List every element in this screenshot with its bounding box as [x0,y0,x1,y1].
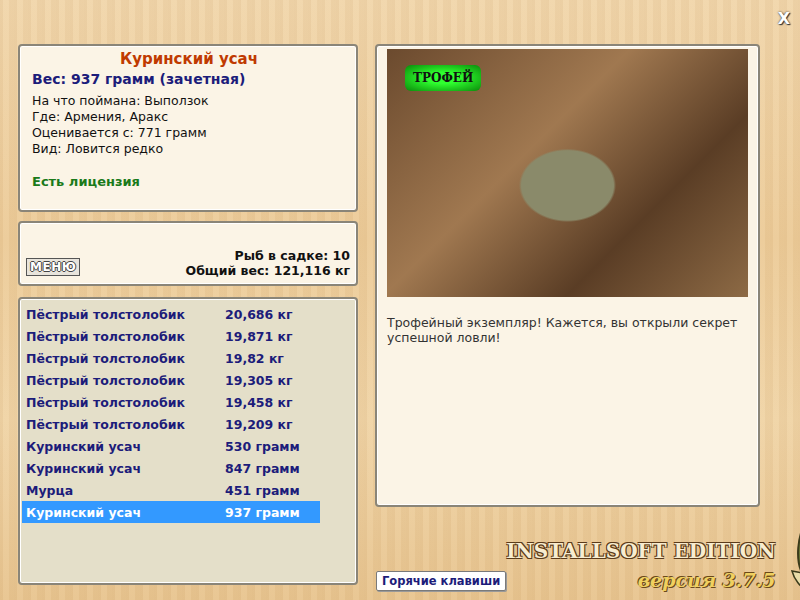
catch-name: Пёстрый толстолобик [26,307,225,322]
fish-weight: Вес: 937 грамм (зачетная) [32,71,346,87]
fish-detail: На что поймана: Выползок [32,93,346,109]
catch-name: Пёстрый толстолобик [26,417,225,432]
catch-row[interactable]: Пёстрый толстолобик19,871 кг [22,325,320,347]
catch-name: Пёстрый толстолобик [26,373,225,388]
brand-version: версия 3.7.5 [638,569,776,591]
catch-name: Пёстрый толстолобик [26,329,225,344]
fish-photo: ТРОФЕЙ [387,49,748,297]
catch-row[interactable]: Пёстрый толстолобик19,305 кг [22,369,320,391]
catch-name: Пёстрый толстолобик [26,351,225,366]
game-screen: X Куринский усач Вес: 937 грамм (зачетная)… [0,0,800,600]
fish-detail: Оценивается с: 771 грамм [32,125,346,141]
top-bar: X [0,0,800,36]
catch-weight: 19,871 кг [225,329,293,344]
catch-name: Пёстрый толстолобик [26,395,225,410]
right-column: ТРОФЕЙ Трофейный экземпляр! Кажется, вы о… [375,44,760,597]
catch-list: Пёстрый толстолобик20,686 кгПёстрый толс… [18,297,358,585]
left-column: Куринский усач Вес: 937 грамм (зачетная) Н… [18,44,358,597]
catch-message: Трофейный экземпляр! Кажется, вы открыли… [387,315,748,345]
pike-logo-icon [778,513,800,597]
catch-weight: 20,686 кг [225,307,293,322]
catch-name: Мурца [26,483,225,498]
catch-weight: 530 грамм [225,439,300,454]
fish-info-panel: Куринский усач Вес: 937 грамм (зачетная) Н… [18,44,358,212]
keepnet-counts: Рыб в садке: 10Общий вес: 121,116 кг [186,248,351,278]
catch-name: Куринский усач [26,461,225,476]
catch-row[interactable]: Куринский усач937 грамм [22,501,320,523]
catch-row[interactable]: Мурца451 грамм [22,479,320,501]
catch-weight: 451 грамм [225,483,300,498]
trophy-badge: ТРОФЕЙ [405,65,481,91]
brand-text: INSTALLSOFT EDITION версия 3.7.5 [506,539,775,597]
content: Куринский усач Вес: 937 грамм (зачетная) Н… [0,36,800,597]
fish-detail: Где: Армения, Аракс [32,109,346,125]
fish-count: Рыб в садке: 10 [186,248,351,263]
catch-weight: 19,82 кг [225,351,284,366]
catch-row[interactable]: Пёстрый толстолобик20,686 кг [22,303,320,325]
catch-row[interactable]: Пёстрый толстолобик19,82 кг [22,347,320,369]
catch-weight: 847 грамм [225,461,300,476]
catch-name: Куринский усач [26,505,225,520]
hotkeys-button[interactable]: Горячие клавиши [376,571,506,591]
catch-weight: 19,458 кг [225,395,293,410]
brand-title: INSTALLSOFT EDITION [506,539,775,563]
footer: Горячие клавишиINSTALLSOFT EDITIONверсия… [375,513,760,597]
catch-weight: 19,209 кг [225,417,293,432]
catch-name: Куринский усач [26,439,225,454]
keepnet-panel: МЕНЮ Рыб в садке: 10Общий вес: 121,116 кг [18,221,358,286]
brand: INSTALLSOFT EDITION версия 3.7.5 [506,513,800,597]
license-status: Есть лицензия [32,174,346,189]
catch-row[interactable]: Пёстрый толстолобик19,458 кг [22,391,320,413]
total-weight: Общий вес: 121,116 кг [186,263,351,278]
photo-panel: ТРОФЕЙ Трофейный экземпляр! Кажется, вы о… [375,44,760,507]
catch-row[interactable]: Куринский усач847 грамм [22,457,320,479]
menu-button[interactable]: МЕНЮ [26,258,80,276]
catch-row[interactable]: Куринский усач530 грамм [22,435,320,457]
close-button[interactable]: X [778,9,790,28]
fish-detail: Вид: Ловится редко [32,141,346,157]
catch-weight: 937 грамм [225,505,300,520]
fish-name: Куринский усач [32,50,346,68]
catch-row[interactable]: Пёстрый толстолобик19,209 кг [22,413,320,435]
catch-weight: 19,305 кг [225,373,293,388]
